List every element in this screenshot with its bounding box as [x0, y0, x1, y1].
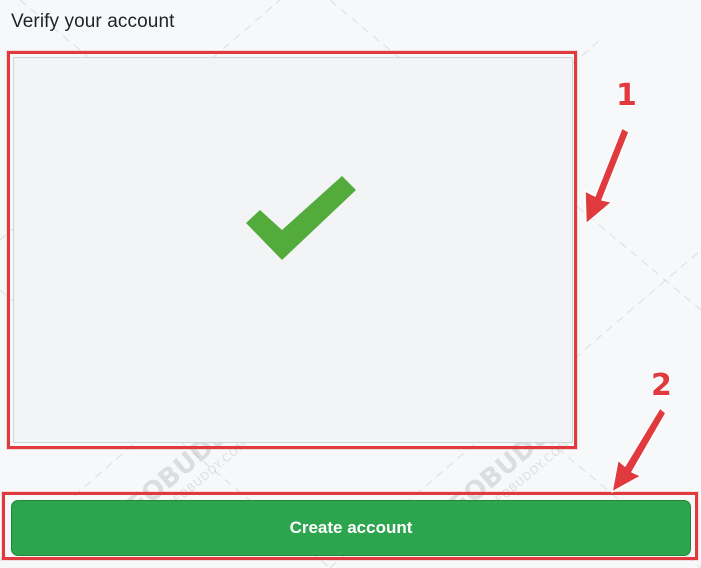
- annotation-highlight-verification: [7, 51, 577, 449]
- page-title: Verify your account: [11, 11, 175, 32]
- annotation-number-1: 1: [616, 78, 637, 113]
- annotation-highlight-button: [2, 492, 698, 560]
- verify-account-page: SEOBUDDY WWW.SEOBUDDY.COM SEOBUDDY WWW.S…: [0, 0, 701, 568]
- annotation-number-2: 2: [651, 368, 672, 403]
